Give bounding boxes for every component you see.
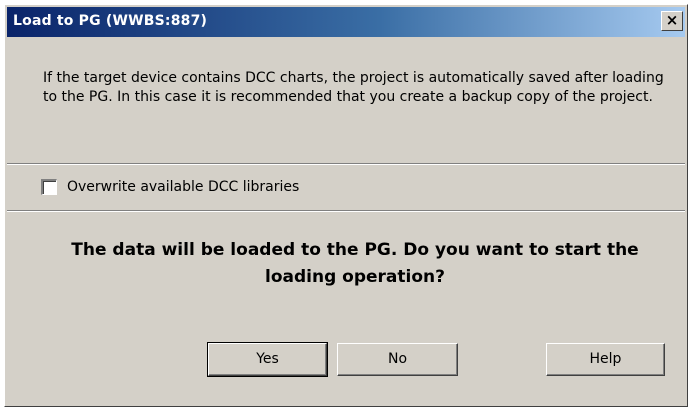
- yes-button[interactable]: Yes: [207, 342, 328, 377]
- overwrite-libraries-label[interactable]: Overwrite available DCC libraries: [67, 179, 299, 195]
- close-button[interactable]: ×: [661, 11, 683, 31]
- overwrite-libraries-checkbox[interactable]: [41, 179, 57, 195]
- separator-top: [7, 163, 685, 165]
- dialog-title: Load to PG (WWBS:887): [13, 13, 208, 29]
- title-bar[interactable]: Load to PG (WWBS:887) ×: [7, 7, 685, 37]
- info-message: If the target device contains DCC charts…: [43, 70, 664, 105]
- confirmation-question: The data will be loaded to the PG. Do yo…: [71, 240, 639, 287]
- overwrite-libraries-option[interactable]: Overwrite available DCC libraries: [41, 177, 299, 197]
- load-to-pg-dialog: Load to PG (WWBS:887) × If the target de…: [4, 4, 688, 407]
- close-icon: ×: [665, 11, 679, 29]
- no-button[interactable]: No: [337, 343, 458, 376]
- help-button[interactable]: Help: [546, 343, 665, 376]
- separator-bottom: [7, 210, 685, 212]
